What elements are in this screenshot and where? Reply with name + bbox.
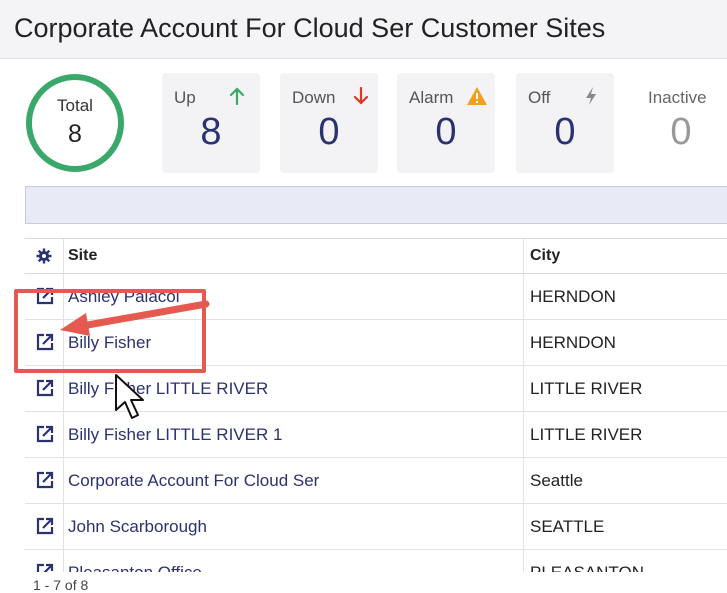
mouse-cursor-icon	[115, 374, 144, 419]
table-row[interactable]: Pleasanton Office PLEASANTON	[25, 550, 727, 572]
gear-icon[interactable]	[36, 248, 52, 264]
site-city: Seattle	[530, 471, 583, 490]
open-link-icon[interactable]	[35, 424, 55, 444]
open-link-icon[interactable]	[35, 378, 55, 398]
pointer-arrow-icon	[60, 300, 210, 336]
table-header: Site City	[25, 238, 727, 274]
site-city: PLEASANTON	[530, 563, 644, 572]
table-row[interactable]: John Scarborough SEATTLE	[25, 504, 727, 550]
site-city: SEATTLE	[530, 517, 605, 536]
site-link[interactable]: Corporate Account For Cloud Ser	[68, 471, 319, 491]
site-link[interactable]: Pleasanton Office	[68, 563, 202, 572]
open-link-icon[interactable]	[35, 516, 55, 536]
site-link[interactable]: Billy Fisher LITTLE RIVER	[68, 379, 268, 399]
table-viewport: Site City Ashley Palacol HERNDON Billy Fis…	[0, 0, 727, 572]
site-city: LITTLE RIVER	[530, 379, 643, 398]
open-link-icon[interactable]	[35, 470, 55, 490]
pagination-info: 1 - 7 of 8	[33, 577, 89, 593]
site-city: LITTLE RIVER	[530, 425, 643, 444]
site-city: HERNDON	[530, 333, 616, 352]
site-city: HERNDON	[530, 287, 616, 306]
column-header-site[interactable]: Site	[68, 247, 97, 265]
open-link-icon[interactable]	[35, 562, 55, 572]
column-header-city[interactable]: City	[530, 247, 560, 265]
site-link[interactable]: John Scarborough	[68, 517, 207, 537]
site-link[interactable]: Billy Fisher LITTLE RIVER 1	[68, 425, 282, 445]
table-row[interactable]: Corporate Account For Cloud Ser Seattle	[25, 458, 727, 504]
